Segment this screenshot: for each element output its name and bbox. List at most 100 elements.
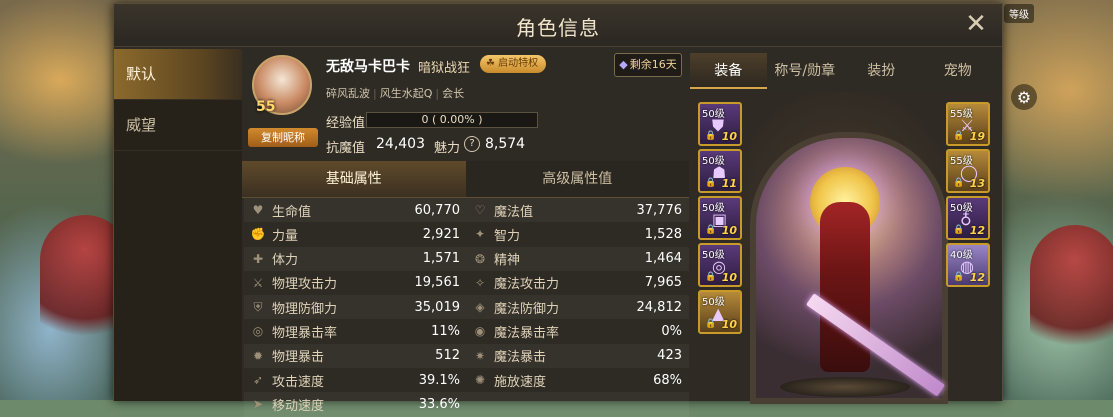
background-badge: 等级 [1004,4,1034,23]
stamina-icon: ✚ [252,251,264,266]
privilege-label: 启动特权 [498,58,539,69]
exp-label: 经验值 [326,116,366,131]
equipment-slot[interactable]: ▣ 50级 🔒 10 [698,196,742,240]
attribute-label: 物理暴击 [272,350,325,366]
settings-gear-icon[interactable]: ⚙ [1011,84,1037,110]
attribute-cell: ♡ 魔法值 37,776 [466,198,688,222]
attribute-cell: ✺ 施放速度 68% [466,368,688,392]
guild-line: 碎风乱波 | 风生水起Q | 会长 [326,87,465,100]
attribute-label: 生命值 [272,204,312,220]
attribute-value: 39.1% [418,372,460,388]
side-nav: 默认 威望 [114,49,242,401]
magic-resist-label: 抗魔值 [326,141,366,156]
equipment-slot[interactable]: ◍ 40级 🔒 12 [946,243,990,287]
attribute-label: 物理攻击力 [272,277,338,293]
equipment-level: 50级 [702,250,725,261]
attribute-cell: ✧ 魔法攻击力 7,965 [466,271,688,295]
attribute-label: 魔法暴击率 [494,325,560,341]
attribute-cell: ✊ 力量 2,921 [244,222,466,246]
equipment-count: 12 [969,271,985,284]
remaining-days-label: 剩余16天 [629,58,677,71]
equipment-count: 10 [721,130,737,143]
attribute-label: 物理防御力 [272,301,338,317]
help-icon[interactable]: ? [464,136,480,152]
player-name: 无敌马卡巴卡 [326,59,410,75]
avatar-level: 55 [256,99,276,115]
attribute-cell: ✦ 智力 1,528 [466,222,688,246]
attribute-tabs: 基础属性 高级属性值 [242,161,689,198]
attribute-tab[interactable]: 高级属性值 [465,161,689,197]
attribute-label: 魔法防御力 [494,301,560,317]
attribute-row: ⚔ 物理攻击力 19,561 ✧ 魔法攻击力 7,965 [244,271,689,295]
equipment-count: 19 [969,130,985,143]
equipment-level: 40级 [950,250,973,261]
attribute-row: ◎ 物理暴击率 11% ◉ 魔法暴击率 0% [244,319,689,343]
exp-value: 0 ( 0.00% ) [421,113,483,126]
equipment-slot[interactable]: ◎ 50级 🔒 10 [698,243,742,287]
attribute-row: ✚ 体力 1,571 ❂ 精神 1,464 [244,246,689,271]
attribute-cell: ✷ 魔法暴击 423 [466,344,688,368]
shield-icon: ⛨ [253,300,263,315]
attribute-label: 魔法攻击力 [494,277,560,293]
guild-role: 会长 [442,87,465,100]
character-info-dialog: 角色信息 ✕ 默认 威望 55 复制昵称 无敌马卡巴卡 暗狱战狂 ☘ 启动特权 ◆… [113,3,1003,417]
right-tab[interactable]: 称号/勋章 [767,53,844,89]
attribute-label: 魔法暴击 [494,350,547,366]
attribute-value: 0% [661,323,682,339]
equipment-slot[interactable]: ☗ 50级 🔒 11 [698,149,742,193]
equipment-count: 10 [721,318,737,331]
equipment-slot[interactable]: ◯ 55级 🔒 13 [946,149,990,193]
lock-icon: 🔒 [953,131,965,141]
attribute-cell: ➤ 移动速度 33.6% [244,392,466,416]
magic-crit-icon: ✷ [474,348,486,363]
side-nav-item[interactable]: 威望 [114,100,242,151]
right-tab[interactable]: 装扮 [843,53,920,89]
crit-icon: ✹ [252,348,264,363]
right-tab[interactable]: 装备 [690,53,767,89]
attribute-label: 智力 [494,228,521,244]
remaining-days-badge: ◆ 剩余16天 [614,53,682,77]
privilege-button[interactable]: ☘ 启动特权 [480,55,547,73]
equipment-slot[interactable]: ⚔ 55级 🔒 19 [946,102,990,146]
move-speed-icon: ➤ [252,397,264,412]
guild-server: 风生水起Q [379,87,433,100]
equipment-count: 12 [969,224,985,237]
attribute-value: 7,965 [644,275,682,291]
equipment-level: 55级 [950,156,973,167]
equipment-slot[interactable]: ⛊ 50级 🔒 10 [698,102,742,146]
attribute-value: 68% [653,372,682,388]
background-character [1030,225,1113,365]
equipment-level: 50级 [950,203,973,214]
cast-speed-icon: ✺ [474,373,486,388]
right-tab[interactable]: 宠物 [920,53,997,89]
attribute-tab[interactable]: 基础属性 [242,161,466,197]
attribute-grid: ♥ 生命值 60,770 ♡ 魔法值 37,776 ✊ 力量 2,921 ✦ 智力 1,528 ✚ 体力 1… [244,198,689,417]
close-icon[interactable]: ✕ [962,10,990,38]
equipment-slot[interactable]: ♁ 50级 🔒 12 [946,196,990,240]
attribute-cell: ◎ 物理暴击率 11% [244,319,466,343]
attribute-row: ⛨ 物理防御力 35,019 ◈ 魔法防御力 24,812 [244,295,689,320]
attribute-value: 24,812 [636,299,683,315]
gem-icon: ◆ [619,58,628,71]
sword-icon: ⚔ [252,275,264,290]
attribute-value: 19,561 [414,275,461,291]
lock-icon: 🔒 [953,178,965,188]
crit-rate-icon: ◎ [252,324,264,339]
character-model [820,202,870,372]
attribute-label: 攻击速度 [272,374,325,390]
magic-attack-icon: ✧ [474,275,486,290]
attribute-row: ♥ 生命值 60,770 ♡ 魔法值 37,776 [244,198,689,223]
side-nav-item[interactable]: 默认 [114,49,242,100]
attribute-cell [466,392,688,416]
equipment-level: 50级 [702,109,725,120]
lock-icon: 🔒 [953,272,965,282]
attribute-row: ✊ 力量 2,921 ✦ 智力 1,528 [244,222,689,246]
equipment-slot[interactable]: ▲ 50级 🔒 10 [698,290,742,334]
attribute-label: 施放速度 [494,374,547,390]
attribute-value: 512 [435,348,460,364]
copy-name-button[interactable]: 复制昵称 [248,128,318,147]
spirit-icon: ❂ [474,251,486,266]
attribute-label: 力量 [272,228,299,244]
attribute-cell: ❂ 精神 1,464 [466,247,688,271]
lock-icon: 🔒 [953,225,965,235]
